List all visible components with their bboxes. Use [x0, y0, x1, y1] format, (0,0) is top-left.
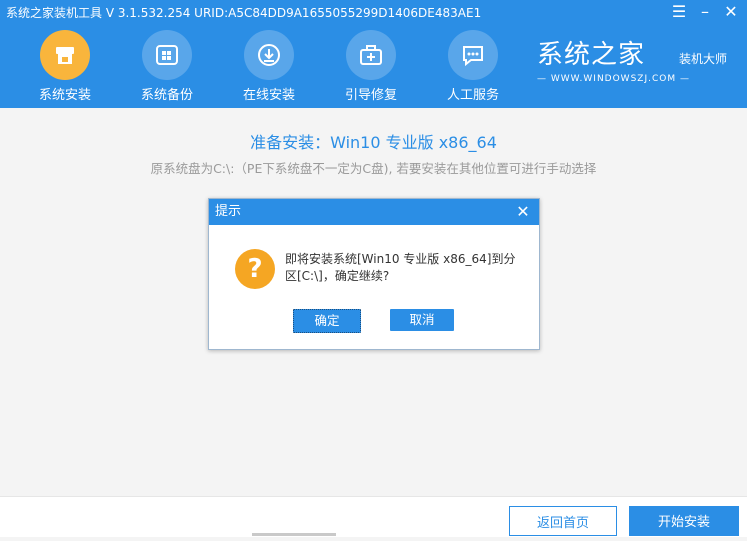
dialog-title: 提示: [215, 204, 242, 219]
start-install-button[interactable]: 开始安装: [629, 506, 739, 536]
window-title: 系统之家装机工具 V 3.1.532.254 URID:A5C84DD9A165…: [6, 6, 482, 20]
install-subtitle: 原系统盘为C:\:（PE下系统盘不一定为C盘), 若要安装在其他位置可进行手动选…: [150, 161, 597, 176]
minimize-icon[interactable]: –: [694, 2, 716, 22]
nav-label: 在线安装: [242, 88, 295, 103]
nav-item-system-install[interactable]: 系统安装: [14, 26, 116, 106]
dialog-message: 即将安装系统[Win10 专业版 x86_64]到分区[C:\]，确定继续?: [285, 252, 516, 283]
brand-logo: 系统之家 装机大师 — WWW.WINDOWSZJ.COM —: [537, 34, 728, 84]
nav-label: 引导修复: [344, 88, 397, 103]
app-header: 系统之家装机工具 V 3.1.532.254 URID:A5C84DD9A165…: [0, 0, 747, 108]
nav-item-online-install[interactable]: 在线安装: [218, 26, 320, 106]
menu-icon[interactable]: ☰: [668, 2, 690, 22]
nav-label: 系统安装: [38, 88, 91, 103]
nav-item-system-backup[interactable]: 系统备份: [116, 26, 218, 106]
close-icon[interactable]: ✕: [720, 2, 742, 22]
brand-url: — WWW.WINDOWSZJ.COM —: [537, 74, 690, 84]
cancel-button[interactable]: 取消: [390, 309, 454, 331]
chat-service-icon: [448, 30, 498, 80]
online-install-icon: [244, 30, 294, 80]
main-nav: 系统安装 系统备份 在线安装 引导修复 人工服务: [14, 26, 524, 106]
confirm-dialog: 提示 ✕ ? 即将安装系统[Win10 专业版 x86_64]到分区[C:\]，…: [208, 198, 540, 350]
system-install-icon: [40, 30, 90, 80]
confirm-button[interactable]: 确定: [293, 309, 361, 333]
dialog-close-icon[interactable]: ✕: [513, 199, 533, 225]
boot-repair-icon: [346, 30, 396, 80]
nav-item-boot-repair[interactable]: 引导修复: [320, 26, 422, 106]
nav-item-chat-service[interactable]: 人工服务: [422, 26, 524, 106]
system-backup-icon: [142, 30, 192, 80]
nav-label: 系统备份: [140, 88, 193, 103]
brand-suffix: 装机大师: [679, 52, 728, 66]
nav-label: 人工服务: [446, 88, 499, 103]
question-icon: ?: [235, 249, 275, 289]
title-bar: 系统之家装机工具 V 3.1.532.254 URID:A5C84DD9A165…: [0, 0, 747, 24]
install-title: 准备安装：Win10 专业版 x86_64: [250, 133, 497, 152]
dialog-titlebar: 提示 ✕: [209, 199, 539, 225]
back-home-button[interactable]: 返回首页: [509, 506, 617, 536]
